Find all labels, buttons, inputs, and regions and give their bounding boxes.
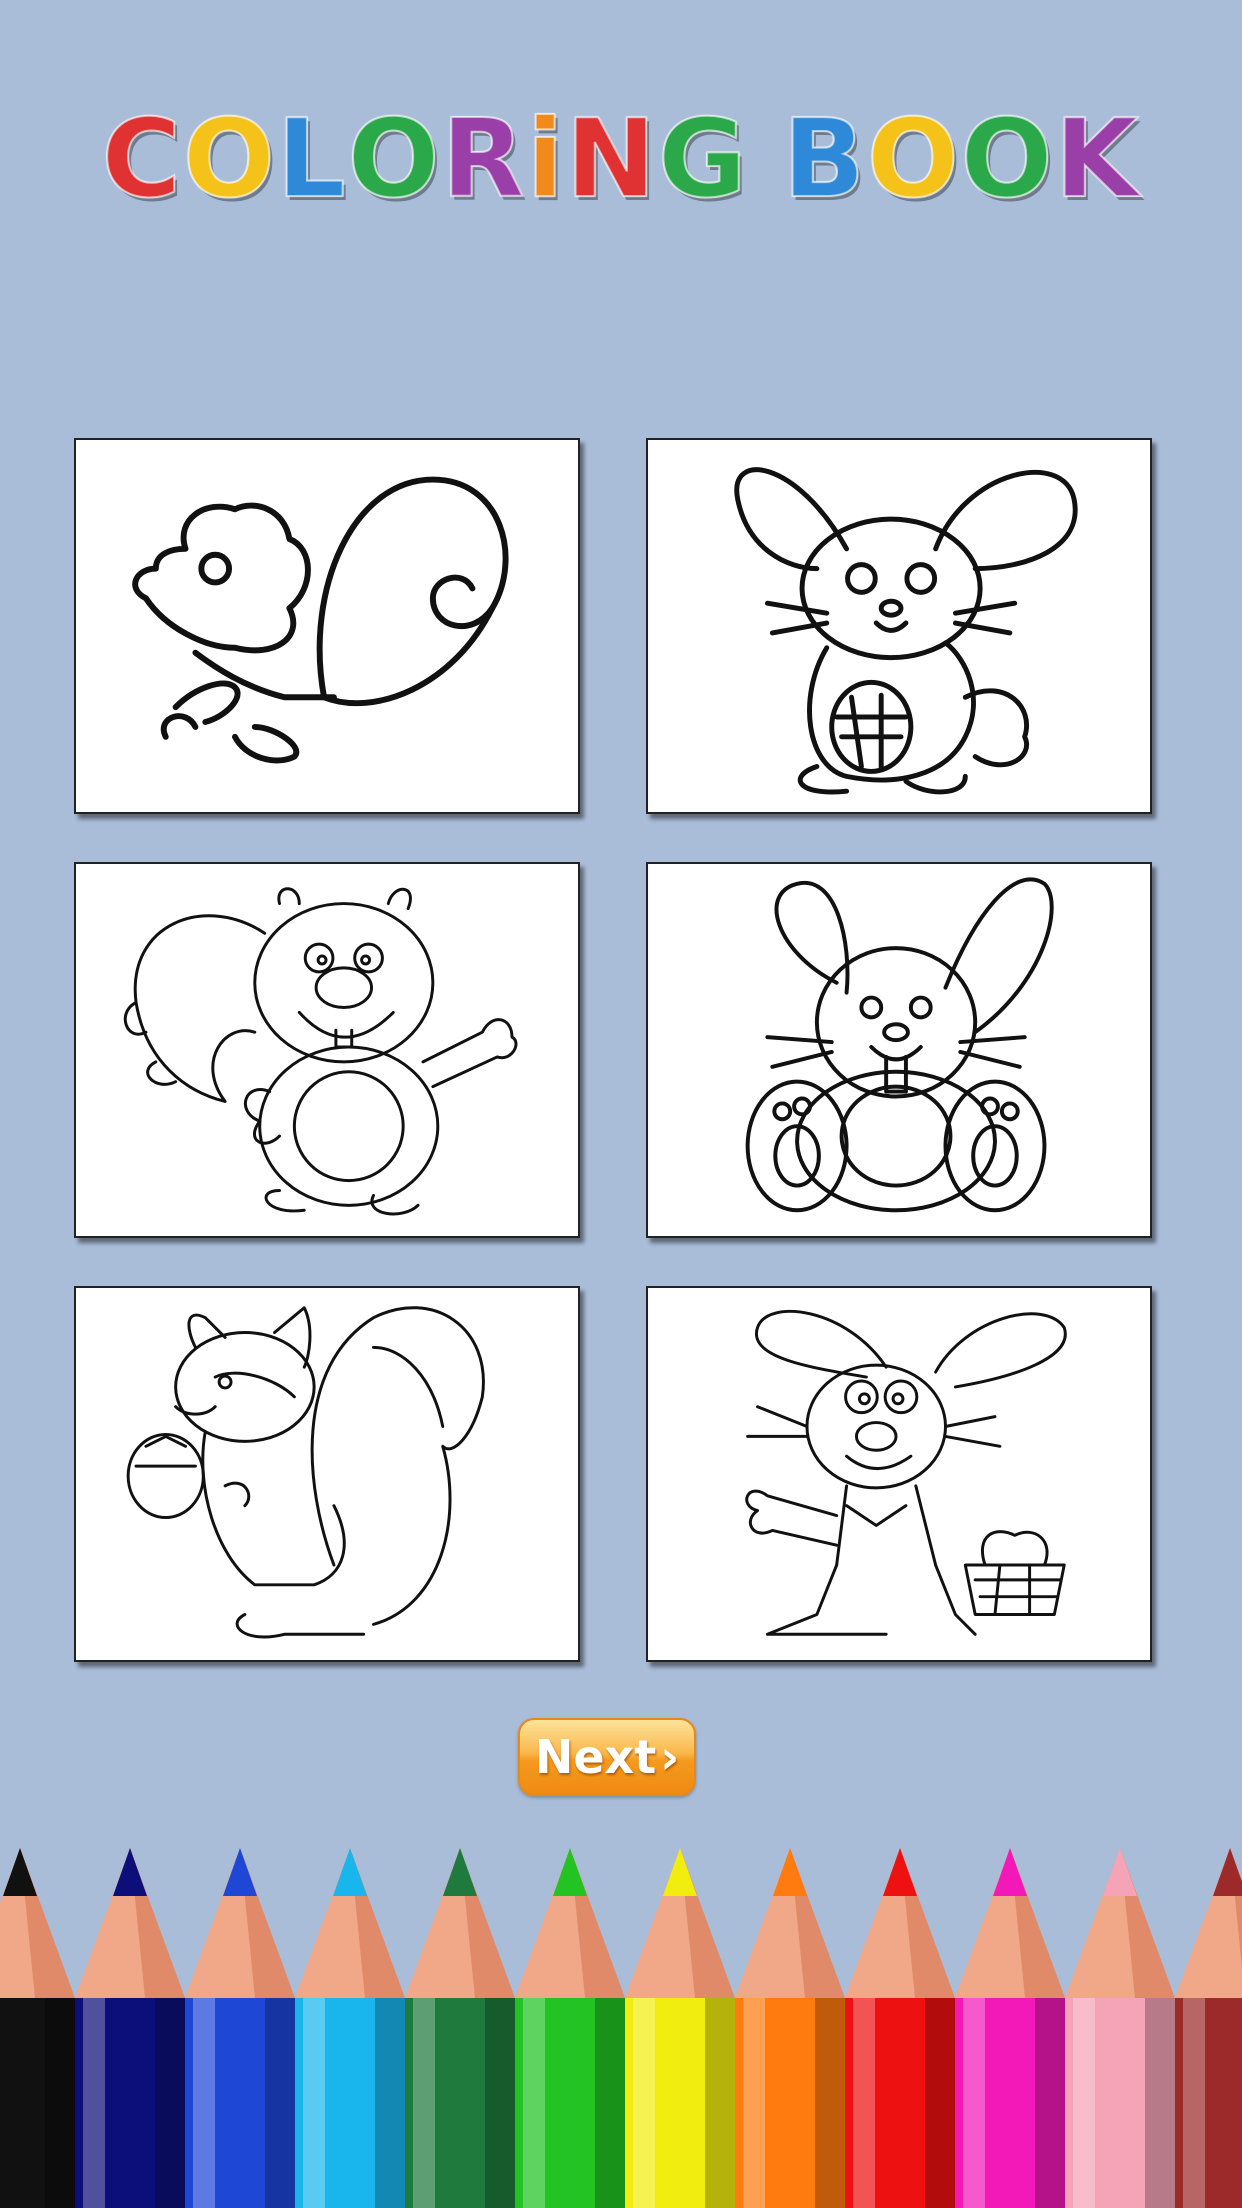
pencil-icon[interactable]	[295, 1848, 405, 2208]
bunny-1-card[interactable]	[646, 438, 1152, 814]
next-button[interactable]: Next ›	[518, 1718, 696, 1796]
pencil-icon[interactable]	[405, 1848, 515, 2208]
chevron-right-icon: ›	[660, 1730, 680, 1784]
pencil-icon[interactable]	[1065, 1848, 1175, 2208]
pencil-icon[interactable]	[185, 1848, 295, 2208]
pencil-icon[interactable]	[75, 1848, 185, 2208]
pencil-icon[interactable]	[515, 1848, 625, 2208]
next-button-label: Next	[534, 1730, 657, 1784]
bunny-icon	[745, 877, 1054, 1213]
pencil-icon[interactable]	[1175, 1848, 1242, 2208]
bunny-icon	[734, 467, 1078, 795]
pencil-strip	[0, 1848, 1242, 2208]
squirrel-icon	[126, 1306, 485, 1639]
squirrel-1-card[interactable]	[74, 438, 580, 814]
pencil-icon[interactable]	[845, 1848, 955, 2208]
squirrel-icon	[132, 476, 509, 764]
pencil-icon[interactable]	[0, 1848, 75, 2208]
pencil-icon[interactable]	[955, 1848, 1065, 2208]
squirrel-3-card[interactable]	[74, 1286, 580, 1662]
bunny-3-card[interactable]	[646, 1286, 1152, 1662]
pencil-icon[interactable]	[735, 1848, 845, 2208]
bunny-2-card[interactable]	[646, 862, 1152, 1238]
pencil-icon[interactable]	[625, 1848, 735, 2208]
squirrel-icon	[123, 887, 518, 1216]
bunny-icon	[745, 1309, 1067, 1636]
squirrel-2-card[interactable]	[74, 862, 580, 1238]
